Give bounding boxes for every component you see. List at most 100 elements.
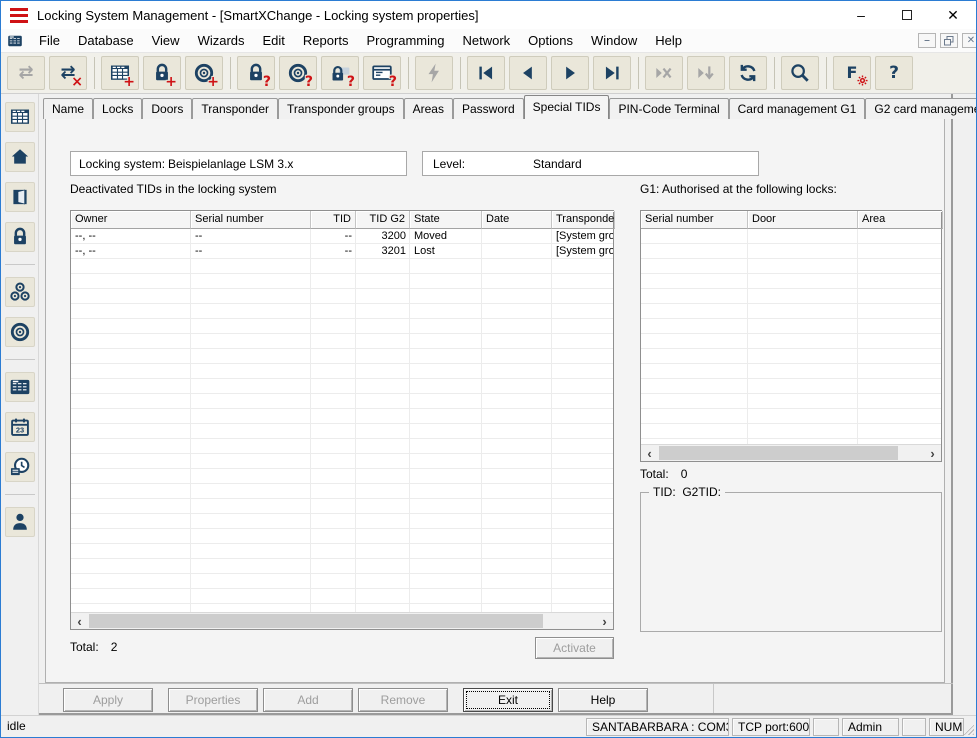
- tab-transponder[interactable]: Transponder: [192, 98, 278, 119]
- toolbar-separator: [460, 57, 461, 89]
- sidebar-item-matrix[interactable]: [5, 102, 35, 132]
- sidebar-item-time-zone-plans[interactable]: [5, 452, 35, 482]
- menu-help[interactable]: Help: [646, 30, 691, 51]
- tab-name[interactable]: Name: [43, 98, 93, 119]
- menu-programming[interactable]: Programming: [357, 30, 453, 51]
- skip-x-icon: [651, 61, 677, 85]
- sidebar: 23: [1, 94, 39, 715]
- last-record-button[interactable]: [593, 56, 631, 90]
- scroll-left-arrow[interactable]: ‹: [71, 613, 88, 629]
- horizontal-scrollbar[interactable]: ‹›: [641, 444, 941, 461]
- exit-button[interactable]: Exit: [463, 688, 553, 712]
- table-row[interactable]: --, ------3200Moved[System group]: [71, 229, 613, 244]
- maximize-button[interactable]: [884, 1, 930, 29]
- left-total: Total:2: [70, 640, 117, 654]
- menu-edit[interactable]: Edit: [254, 30, 294, 51]
- table-plus-icon: +: [107, 61, 133, 85]
- column-header-state[interactable]: State: [410, 211, 482, 229]
- scroll-right-arrow[interactable]: ›: [924, 445, 941, 461]
- new-lock-button[interactable]: +: [143, 56, 181, 90]
- sidebar-item-transponders[interactable]: [5, 317, 35, 347]
- refresh-button[interactable]: [729, 56, 767, 90]
- menu-network[interactable]: Network: [453, 30, 519, 51]
- tab-areas[interactable]: Areas: [404, 98, 453, 119]
- sidebar-item-locks[interactable]: [5, 222, 35, 252]
- column-header-transponder[interactable]: Transponder: [552, 211, 615, 229]
- horizontal-scrollbar[interactable]: ‹›: [71, 612, 613, 629]
- door-icon: [7, 185, 33, 209]
- sidebar-item-users[interactable]: [5, 507, 35, 537]
- sidebar-item-calendar[interactable]: 23: [5, 412, 35, 442]
- menu-database[interactable]: Database: [69, 30, 143, 51]
- menu-window[interactable]: Window: [582, 30, 646, 51]
- column-header-owner[interactable]: Owner: [71, 211, 191, 229]
- disconnect-icon: ⇄×: [55, 61, 81, 85]
- filter-button[interactable]: F: [833, 56, 871, 90]
- right-total-value: 0: [681, 467, 688, 481]
- restore-icon: [944, 36, 954, 46]
- column-header-door[interactable]: Door: [748, 211, 858, 229]
- sidebar-item-doors[interactable]: [5, 182, 35, 212]
- column-header-date[interactable]: Date: [482, 211, 552, 229]
- locking-system-field: Locking system: Beispielanlage LSM 3.x: [70, 151, 407, 176]
- sidebar-item-matrix-view[interactable]: [5, 372, 35, 402]
- tab-pin-code-terminal[interactable]: PIN-Code Terminal: [609, 98, 728, 119]
- menu-options[interactable]: Options: [519, 30, 582, 51]
- menu-file[interactable]: File: [30, 30, 69, 51]
- svg-text:23: 23: [15, 426, 23, 435]
- status-message: idle: [7, 719, 26, 733]
- help-button[interactable]: ?: [875, 56, 913, 90]
- table-row[interactable]: --, ------3201Lost[System group]: [71, 244, 613, 259]
- scrollbar-thumb[interactable]: [659, 446, 898, 460]
- read-transponder-button[interactable]: ?: [279, 56, 317, 90]
- tab-password[interactable]: Password: [453, 98, 524, 119]
- sidebar-item-home[interactable]: [5, 142, 35, 172]
- left-total-value: 2: [111, 640, 118, 654]
- read-lock-button[interactable]: ?: [237, 56, 275, 90]
- menu-reports[interactable]: Reports: [294, 30, 358, 51]
- transponder-group-icon: [7, 280, 33, 304]
- new-locking-system-button[interactable]: +: [101, 56, 139, 90]
- column-header-tid[interactable]: TID: [311, 211, 356, 229]
- menu-view[interactable]: View: [143, 30, 189, 51]
- column-header-serial-number[interactable]: Serial number: [191, 211, 311, 229]
- mdi-minimize-button[interactable]: –: [918, 33, 936, 48]
- scrollbar-thumb[interactable]: [89, 614, 543, 628]
- post-edit-button: [687, 56, 725, 90]
- title-bar: Locking System Management - [SmartXChang…: [1, 1, 976, 29]
- flash-icon: [421, 61, 447, 85]
- scroll-left-arrow[interactable]: ‹: [641, 445, 658, 461]
- next-record-button[interactable]: [551, 56, 589, 90]
- sidebar-item-transponder-groups[interactable]: [5, 277, 35, 307]
- column-header-tid-g2[interactable]: TID G2: [356, 211, 410, 229]
- minimize-button[interactable]: –: [838, 1, 884, 29]
- read-card-button[interactable]: ?: [363, 56, 401, 90]
- document-icon: [7, 33, 23, 49]
- cell: --: [191, 244, 311, 259]
- tab-g2-card-management[interactable]: G2 card management: [865, 98, 977, 119]
- previous-record-button[interactable]: [509, 56, 547, 90]
- column-header-area[interactable]: Area: [858, 211, 943, 229]
- tab-transponder-groups[interactable]: Transponder groups: [278, 98, 404, 119]
- database-disconnect-button[interactable]: ⇄×: [49, 56, 87, 90]
- first-record-button[interactable]: [467, 56, 505, 90]
- status-cell-empty: [813, 718, 839, 736]
- new-transponder-button[interactable]: +: [185, 56, 223, 90]
- column-header-serial-number[interactable]: Serial number: [641, 211, 748, 229]
- tab-doors[interactable]: Doors: [142, 98, 192, 119]
- table-body: [641, 229, 941, 444]
- read-mifare-lock-button[interactable]: ?: [321, 56, 359, 90]
- close-button[interactable]: ✕: [930, 1, 976, 29]
- tab-locks[interactable]: Locks: [93, 98, 142, 119]
- next-icon: [557, 61, 583, 85]
- menu-wizards[interactable]: Wizards: [189, 30, 254, 51]
- search-button[interactable]: [781, 56, 819, 90]
- tab-special-tids[interactable]: Special TIDs: [524, 95, 610, 119]
- mdi-close-button[interactable]: ✕: [962, 33, 977, 48]
- help-button[interactable]: Help: [558, 688, 648, 712]
- table-header-row: Serial numberDoorArea: [641, 211, 941, 229]
- tab-card-management-g1[interactable]: Card management G1: [729, 98, 866, 119]
- lock-card-question-icon: ?: [327, 61, 353, 85]
- scroll-right-arrow[interactable]: ›: [596, 613, 613, 629]
- mdi-restore-button[interactable]: [940, 33, 958, 48]
